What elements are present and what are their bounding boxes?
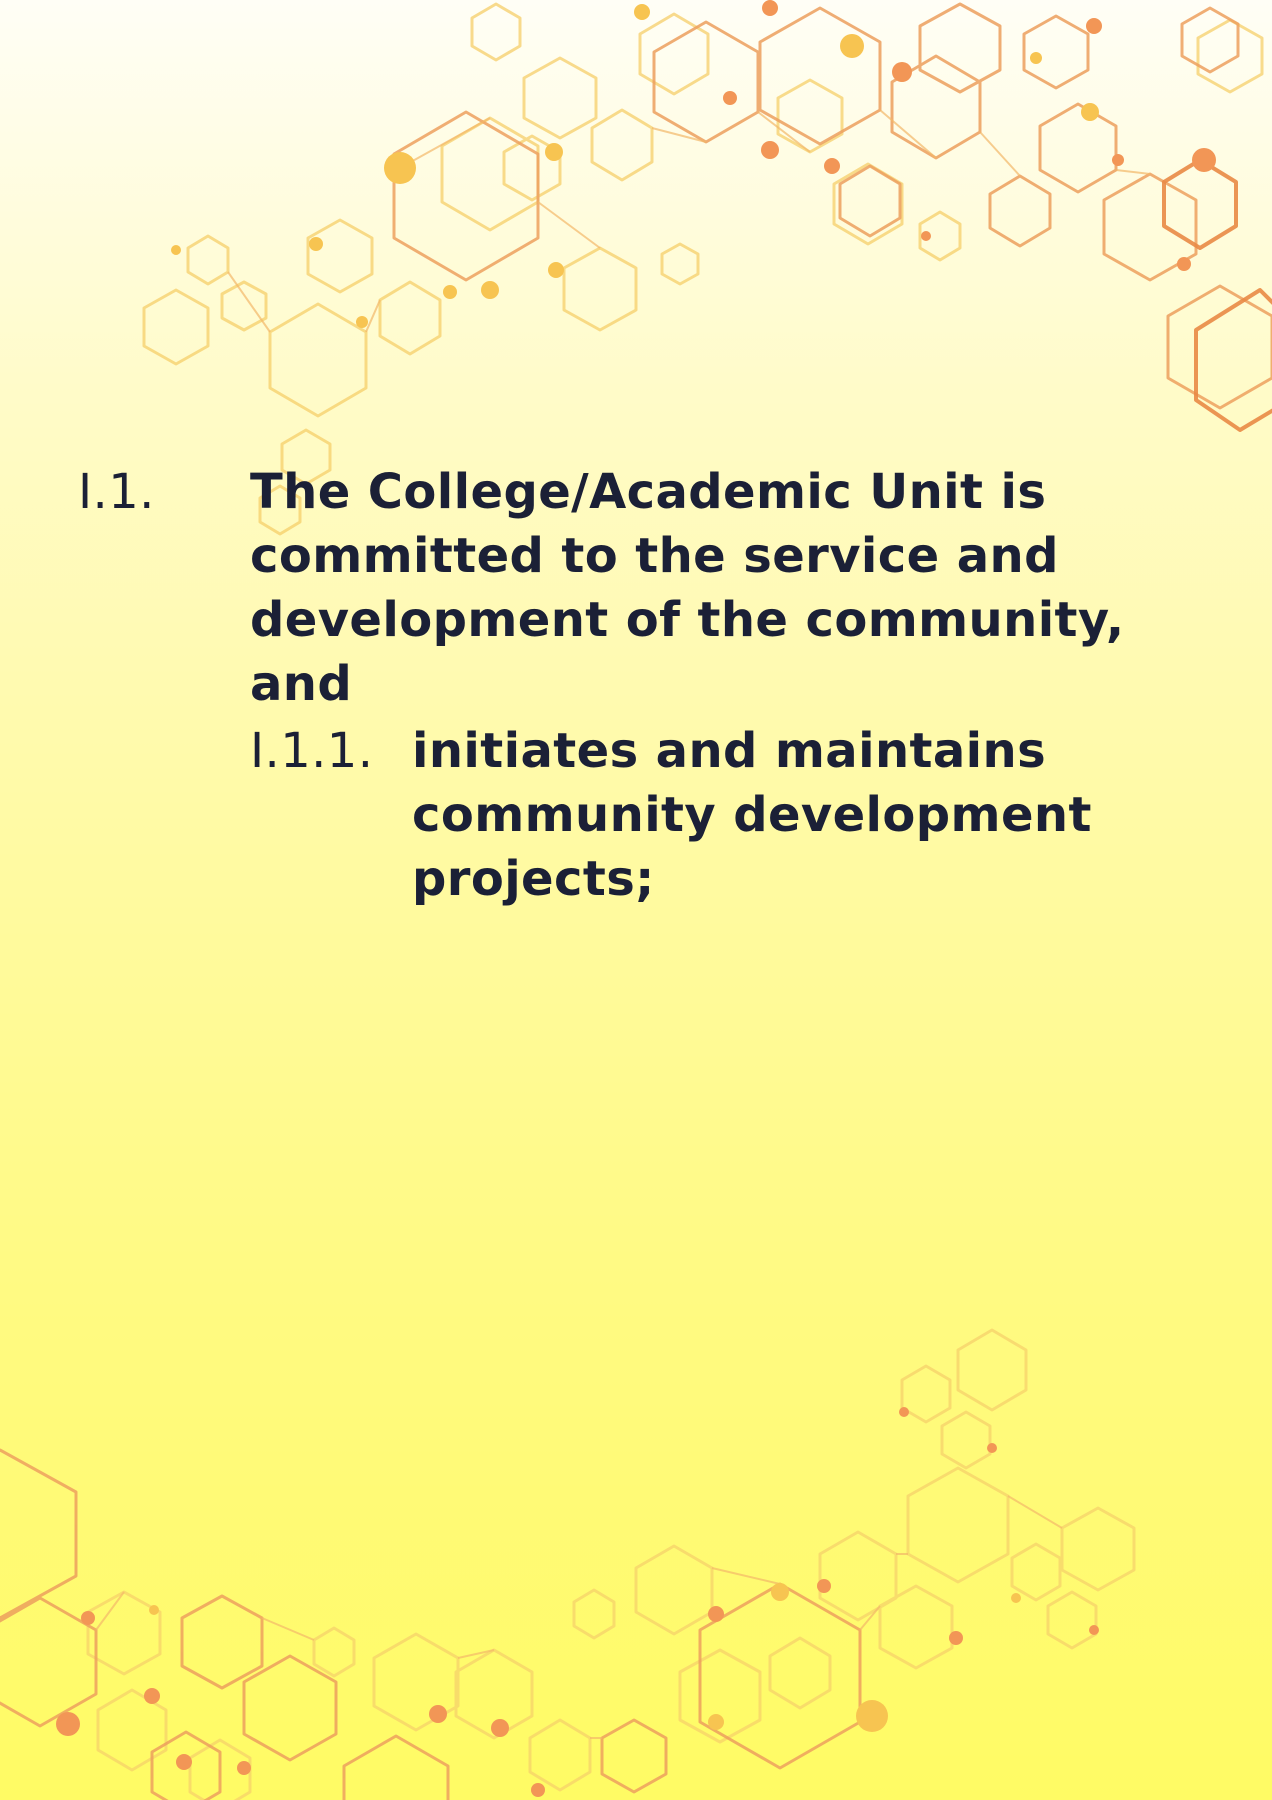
section-text: The College/Academic Unit is committed t… [250,460,1150,716]
section-text-line: committed to the service and [250,528,1059,584]
hexagon-decoration-bottom [0,1328,1136,1800]
section-text-line: development of the community, and [250,592,1125,712]
subsection-text-line: projects; [412,851,655,907]
subsection-text-line: community development [412,787,1092,843]
document-page: I.1. The College/Academic Unit is commit… [0,0,1272,1800]
section-number: I.1. [78,464,155,520]
subsection-number: I.1.1. [250,723,374,779]
subsection-text-line: initiates and maintains [412,723,1047,779]
subsection-text: initiates and maintains community develo… [412,719,1112,911]
section-text-line: The College/Academic Unit is [250,464,1047,520]
